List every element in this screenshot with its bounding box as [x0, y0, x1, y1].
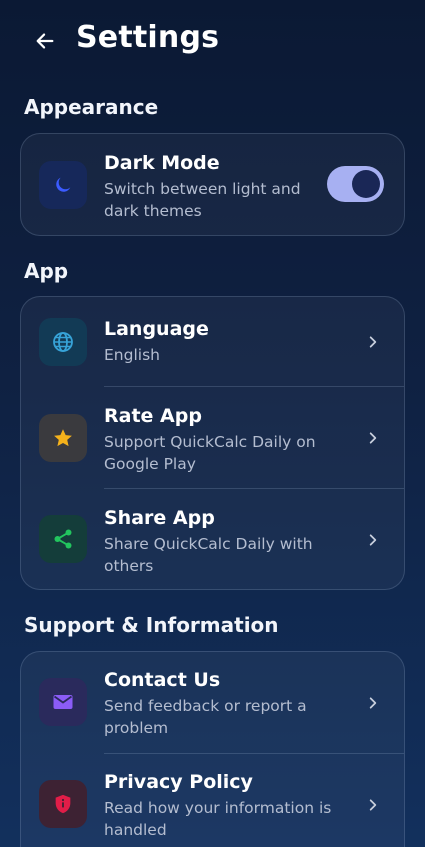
star-icon — [39, 414, 87, 462]
arrow-left-icon — [36, 33, 54, 49]
share-icon — [39, 515, 87, 563]
rate-app-row[interactable]: Rate App Support QuickCalc Daily on Goog… — [21, 387, 404, 488]
share-app-subtitle: Share QuickCalc Daily with others — [104, 535, 313, 575]
language-row[interactable]: Language English — [21, 297, 404, 387]
chevron-right-icon — [369, 799, 377, 811]
chevron-right-icon — [369, 432, 377, 444]
privacy-policy-row[interactable]: Privacy Policy Read how your information… — [21, 754, 404, 847]
section-title-support: Support & Information — [24, 613, 279, 637]
appearance-card: Dark Mode Switch between light and dark … — [20, 133, 405, 236]
moon-icon — [39, 161, 87, 209]
page-title: Settings — [76, 20, 220, 55]
chevron-right-icon — [369, 534, 377, 546]
rate-app-title: Rate App — [104, 405, 202, 427]
section-title-appearance: Appearance — [24, 95, 159, 119]
app-card: Language English Rate App Support QuickC… — [20, 296, 405, 590]
shield-icon — [39, 780, 87, 828]
globe-icon — [39, 318, 87, 366]
support-card: Contact Us Send feedback or report a pro… — [20, 651, 405, 847]
chevron-right-icon — [369, 336, 377, 348]
share-app-row[interactable]: Share App Share QuickCalc Daily with oth… — [21, 489, 404, 589]
privacy-policy-title: Privacy Policy — [104, 771, 253, 793]
share-app-title: Share App — [104, 507, 215, 529]
privacy-policy-subtitle: Read how your information is handled — [104, 799, 332, 839]
header: Settings — [0, 0, 425, 84]
dark-mode-toggle[interactable] — [327, 166, 384, 202]
mail-icon — [39, 678, 87, 726]
dark-mode-row[interactable]: Dark Mode Switch between light and dark … — [21, 134, 404, 235]
dark-mode-subtitle: Switch between light and dark themes — [104, 180, 301, 220]
contact-us-row[interactable]: Contact Us Send feedback or report a pro… — [21, 652, 404, 753]
section-title-app: App — [24, 259, 69, 283]
toggle-knob — [352, 170, 380, 198]
language-title: Language — [104, 318, 209, 340]
dark-mode-title: Dark Mode — [104, 152, 220, 174]
back-button[interactable] — [30, 26, 60, 56]
chevron-right-icon — [369, 697, 377, 709]
rate-app-subtitle: Support QuickCalc Daily on Google Play — [104, 433, 316, 473]
contact-us-title: Contact Us — [104, 669, 221, 691]
contact-us-subtitle: Send feedback or report a problem — [104, 697, 307, 737]
language-subtitle: English — [104, 346, 160, 364]
